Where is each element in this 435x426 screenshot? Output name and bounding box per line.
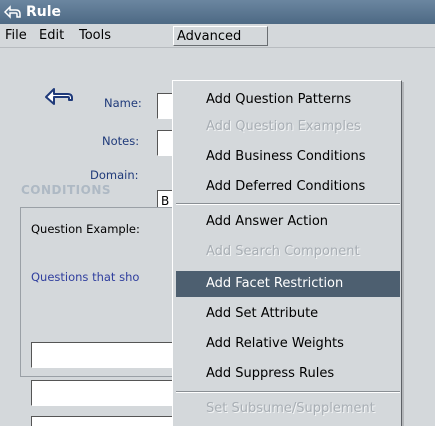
menu-item-add-relative-weights[interactable]: Add Relative Weights (176, 331, 400, 357)
name-label: Name: (104, 96, 142, 110)
menu-item-add-deferred-conditions[interactable]: Add Deferred Conditions (176, 174, 400, 200)
domain-label: Domain: (90, 168, 139, 182)
menu-item-add-answer-action[interactable]: Add Answer Action (176, 209, 400, 235)
title-bar: Rule (0, 0, 435, 24)
menu-item-add-suppress-rules[interactable]: Add Suppress Rules (176, 361, 400, 387)
notes-label: Notes: (102, 134, 140, 148)
menu-separator (176, 391, 400, 393)
menu-item-add-question-patterns[interactable]: Add Question Patterns (176, 87, 400, 113)
menu-bar: File Edit Tools Advanced (0, 24, 435, 48)
menu-edit[interactable]: Edit (36, 26, 67, 46)
question-input-1[interactable] (31, 342, 173, 368)
question-input-2[interactable] (31, 380, 173, 406)
menu-item-add-business-conditions[interactable]: Add Business Conditions (176, 144, 400, 170)
menu-tools[interactable]: Tools (76, 26, 114, 46)
menu-file[interactable]: File (2, 26, 30, 46)
advanced-menu-dropdown: Add Question Patterns Add Question Examp… (172, 80, 402, 426)
questions-link[interactable]: Questions that sho (31, 270, 139, 284)
menu-item-add-question-examples: Add Question Examples (206, 119, 361, 134)
question-example-tab[interactable]: Question Example: (31, 222, 140, 236)
menu-item-add-set-attribute[interactable]: Add Set Attribute (176, 301, 400, 327)
menu-item-add-facet-restriction[interactable]: Add Facet Restriction (176, 271, 400, 297)
conditions-heading: CONDITIONS (21, 183, 112, 197)
rule-arrow-icon (3, 5, 21, 19)
notes-field[interactable] (157, 130, 173, 156)
name-field[interactable] (157, 93, 173, 119)
question-input-3[interactable] (31, 416, 173, 426)
window-title: Rule (26, 4, 62, 20)
menu-separator (176, 203, 400, 205)
rule-arrow-icon (45, 88, 73, 105)
menu-advanced[interactable]: Advanced (173, 26, 268, 46)
menu-item-set-subsume-supplement: Set Subsume/Supplement (206, 401, 375, 416)
menu-item-add-search-component: Add Search Component (206, 244, 360, 259)
